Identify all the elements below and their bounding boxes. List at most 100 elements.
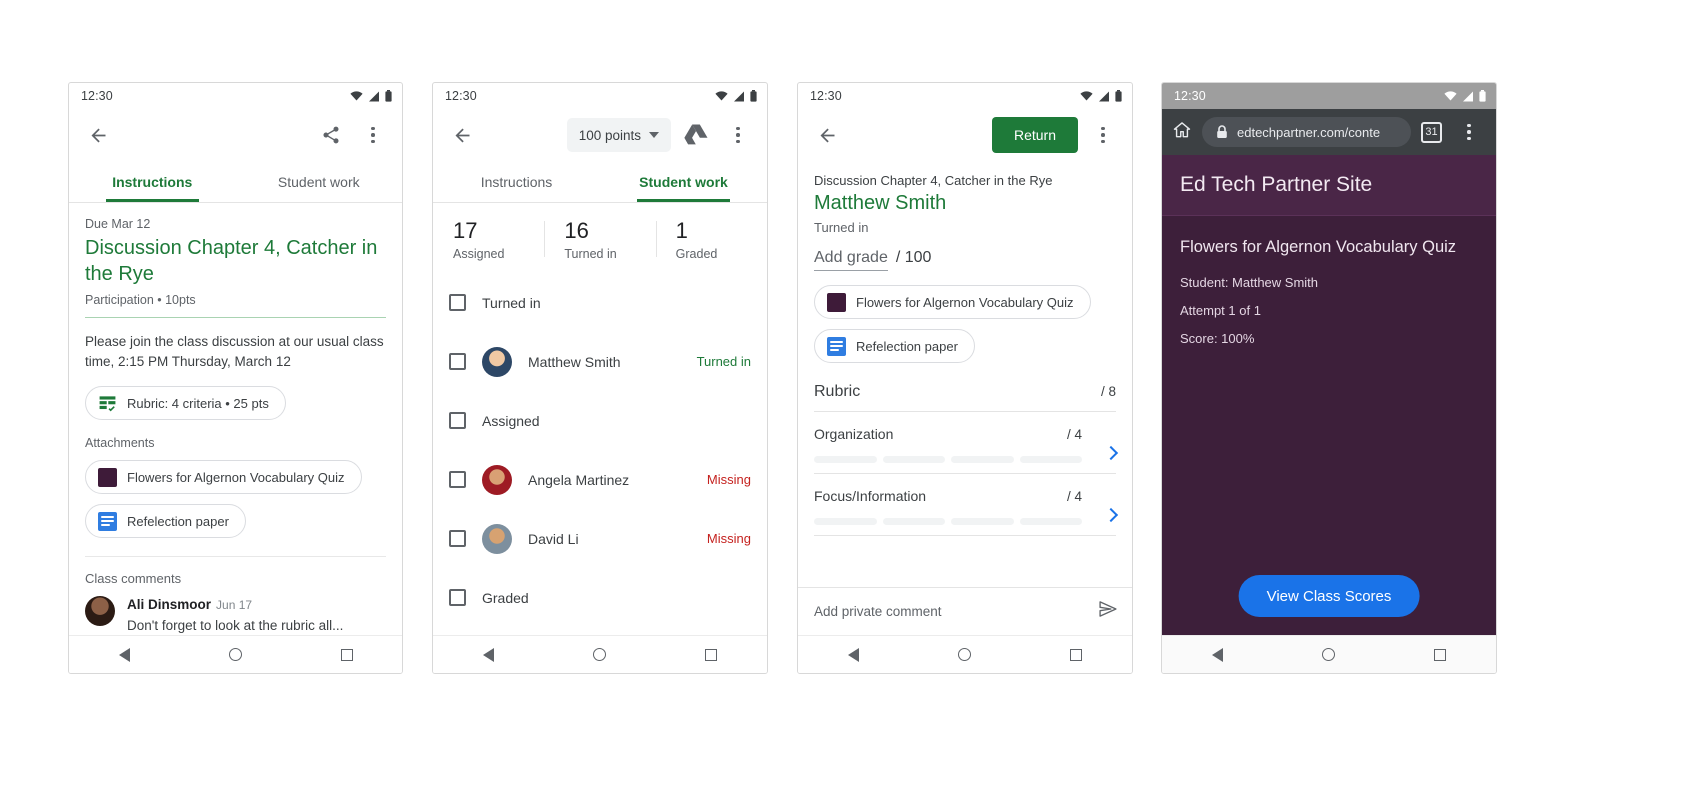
attachment-doc[interactable]: Refelection paper [814,329,975,363]
back-arrow-icon[interactable] [445,118,479,152]
nav-home-icon[interactable] [592,648,606,661]
rubric-criterion[interactable]: Organization / 4 [814,412,1119,474]
nav-recents-icon[interactable] [1070,648,1083,661]
comment-author-line: Ali Dinsmoor Jun 17 [127,596,343,614]
row-checkbox[interactable] [449,353,466,370]
tab-instructions[interactable]: Instructions [69,161,236,202]
send-icon[interactable] [1098,599,1118,624]
nav-recents-icon[interactable] [340,648,353,661]
row-checkbox[interactable] [449,530,466,547]
more-vert-icon[interactable] [1086,118,1120,152]
select-all-checkbox[interactable] [449,412,466,429]
back-arrow-icon[interactable] [81,118,115,152]
points-selector[interactable]: 100 points [566,118,671,152]
stat-label: Graded [675,247,718,261]
group-label: Graded [482,589,529,606]
system-nav-bar [1162,635,1496,673]
status-bar: 12:30 [69,83,402,109]
avatar [482,523,512,554]
comment-author: Ali Dinsmoor [127,597,212,612]
nav-recents-icon[interactable] [1434,648,1447,661]
share-icon[interactable] [314,118,348,152]
attachment-quiz[interactable]: Flowers for Algernon Vocabulary Quiz [814,285,1091,319]
address-bar[interactable]: edtechpartner.com/conte [1202,117,1411,147]
select-all-checkbox[interactable] [449,589,466,606]
purple-swatch-icon [98,467,117,487]
rubric-criterion[interactable]: Focus/Information / 4 [814,474,1119,536]
battery-icon [1479,90,1486,102]
tab-instructions[interactable]: Instructions [433,161,600,202]
assignment-name: Discussion Chapter 4, Catcher in the Rye [814,173,1053,188]
student-name: Matthew Smith [814,192,947,214]
due-date: Due Mar 12 [85,217,151,231]
tab-student-work[interactable]: Student work [600,161,767,202]
return-button[interactable]: Return [991,117,1078,153]
rubric-title: Rubric [814,383,861,400]
list-item[interactable]: David Li Missing [433,509,767,568]
attachment-doc[interactable]: Refelection paper [85,504,246,538]
group-row-turned-in[interactable]: Turned in [433,273,767,332]
select-all-checkbox[interactable] [449,294,466,311]
google-drive-icon[interactable] [679,118,713,152]
rubric-icon [99,395,116,411]
back-arrow-icon[interactable] [810,118,844,152]
nav-back-icon[interactable] [482,647,494,662]
status-time: 12:30 [81,89,113,103]
student-name: Angela Martinez [528,471,630,488]
criterion-levels [814,456,1116,463]
status-badge: Missing [706,472,751,487]
nav-recents-icon[interactable] [705,648,718,661]
list-item[interactable]: Angela Martinez Missing [433,450,767,509]
attachments-label: Attachments [85,436,155,450]
status-bar: 12:30 [1162,83,1496,109]
group-row-assigned[interactable]: Assigned [433,391,767,450]
stat-assigned[interactable]: 17 Assigned [433,217,544,261]
tab-student-work[interactable]: Student work [236,161,403,202]
stat-label: Assigned [453,247,505,261]
private-comment-input[interactable]: Add private comment [814,604,942,619]
app-bar [69,109,402,161]
status-icons [1444,90,1486,102]
student-line: Student: Matthew Smith [1180,275,1319,290]
comment-text: Don't forget to look at the rubric all..… [127,618,344,633]
page-title: Discussion Chapter 4, Catcher in the Rye [85,237,378,285]
more-vert-icon[interactable] [721,118,755,152]
nav-home-icon[interactable] [1321,648,1335,661]
group-row-graded[interactable]: Graded [433,568,767,627]
row-checkbox[interactable] [449,471,466,488]
grade-input[interactable]: Add grade [814,249,888,271]
nav-back-icon[interactable] [847,647,859,662]
attachment-quiz-label: Flowers for Algernon Vocabulary Quiz [127,469,345,485]
comment-item[interactable]: Ali Dinsmoor Jun 17 Don't forget to look … [69,586,402,635]
tab-count-button[interactable]: 31 [1421,121,1442,143]
status-time: 12:30 [445,89,477,103]
battery-icon [750,90,757,102]
stat-turned-in[interactable]: 16 Turned in [544,217,655,261]
assignment-meta: Participation • 10pts [85,293,196,307]
status-badge: Missing [706,531,751,546]
criterion-name: Organization [814,426,894,442]
home-icon[interactable] [1172,120,1192,145]
more-vert-icon[interactable] [1452,115,1486,149]
wifi-icon [1080,91,1093,101]
nav-back-icon[interactable] [118,647,130,662]
criterion-score: / 4 [1066,489,1082,504]
nav-home-icon[interactable] [228,648,242,661]
criterion-levels [814,518,1116,525]
rubric-chip[interactable]: Rubric: 4 criteria • 25 pts [85,386,286,420]
system-nav-bar [69,635,402,673]
signal-icon [369,91,379,101]
group-label: Turned in [482,294,541,311]
stat-graded[interactable]: 1 Graded [655,217,767,261]
browser-toolbar: edtechpartner.com/conte 31 [1162,109,1496,155]
attachment-quiz[interactable]: Flowers for Algernon Vocabulary Quiz [85,460,362,494]
private-comment-bar[interactable]: Add private comment [798,587,1132,635]
kebab-dots [1101,126,1105,144]
more-vert-icon[interactable] [356,118,390,152]
attachment-doc-label: Refelection paper [856,338,958,354]
view-class-scores-button[interactable]: View Class Scores [1238,575,1420,617]
nav-back-icon[interactable] [1211,647,1223,662]
list-item[interactable]: Matthew Smith Turned in [433,332,767,391]
nav-home-icon[interactable] [957,648,971,661]
status-icons [715,90,757,102]
